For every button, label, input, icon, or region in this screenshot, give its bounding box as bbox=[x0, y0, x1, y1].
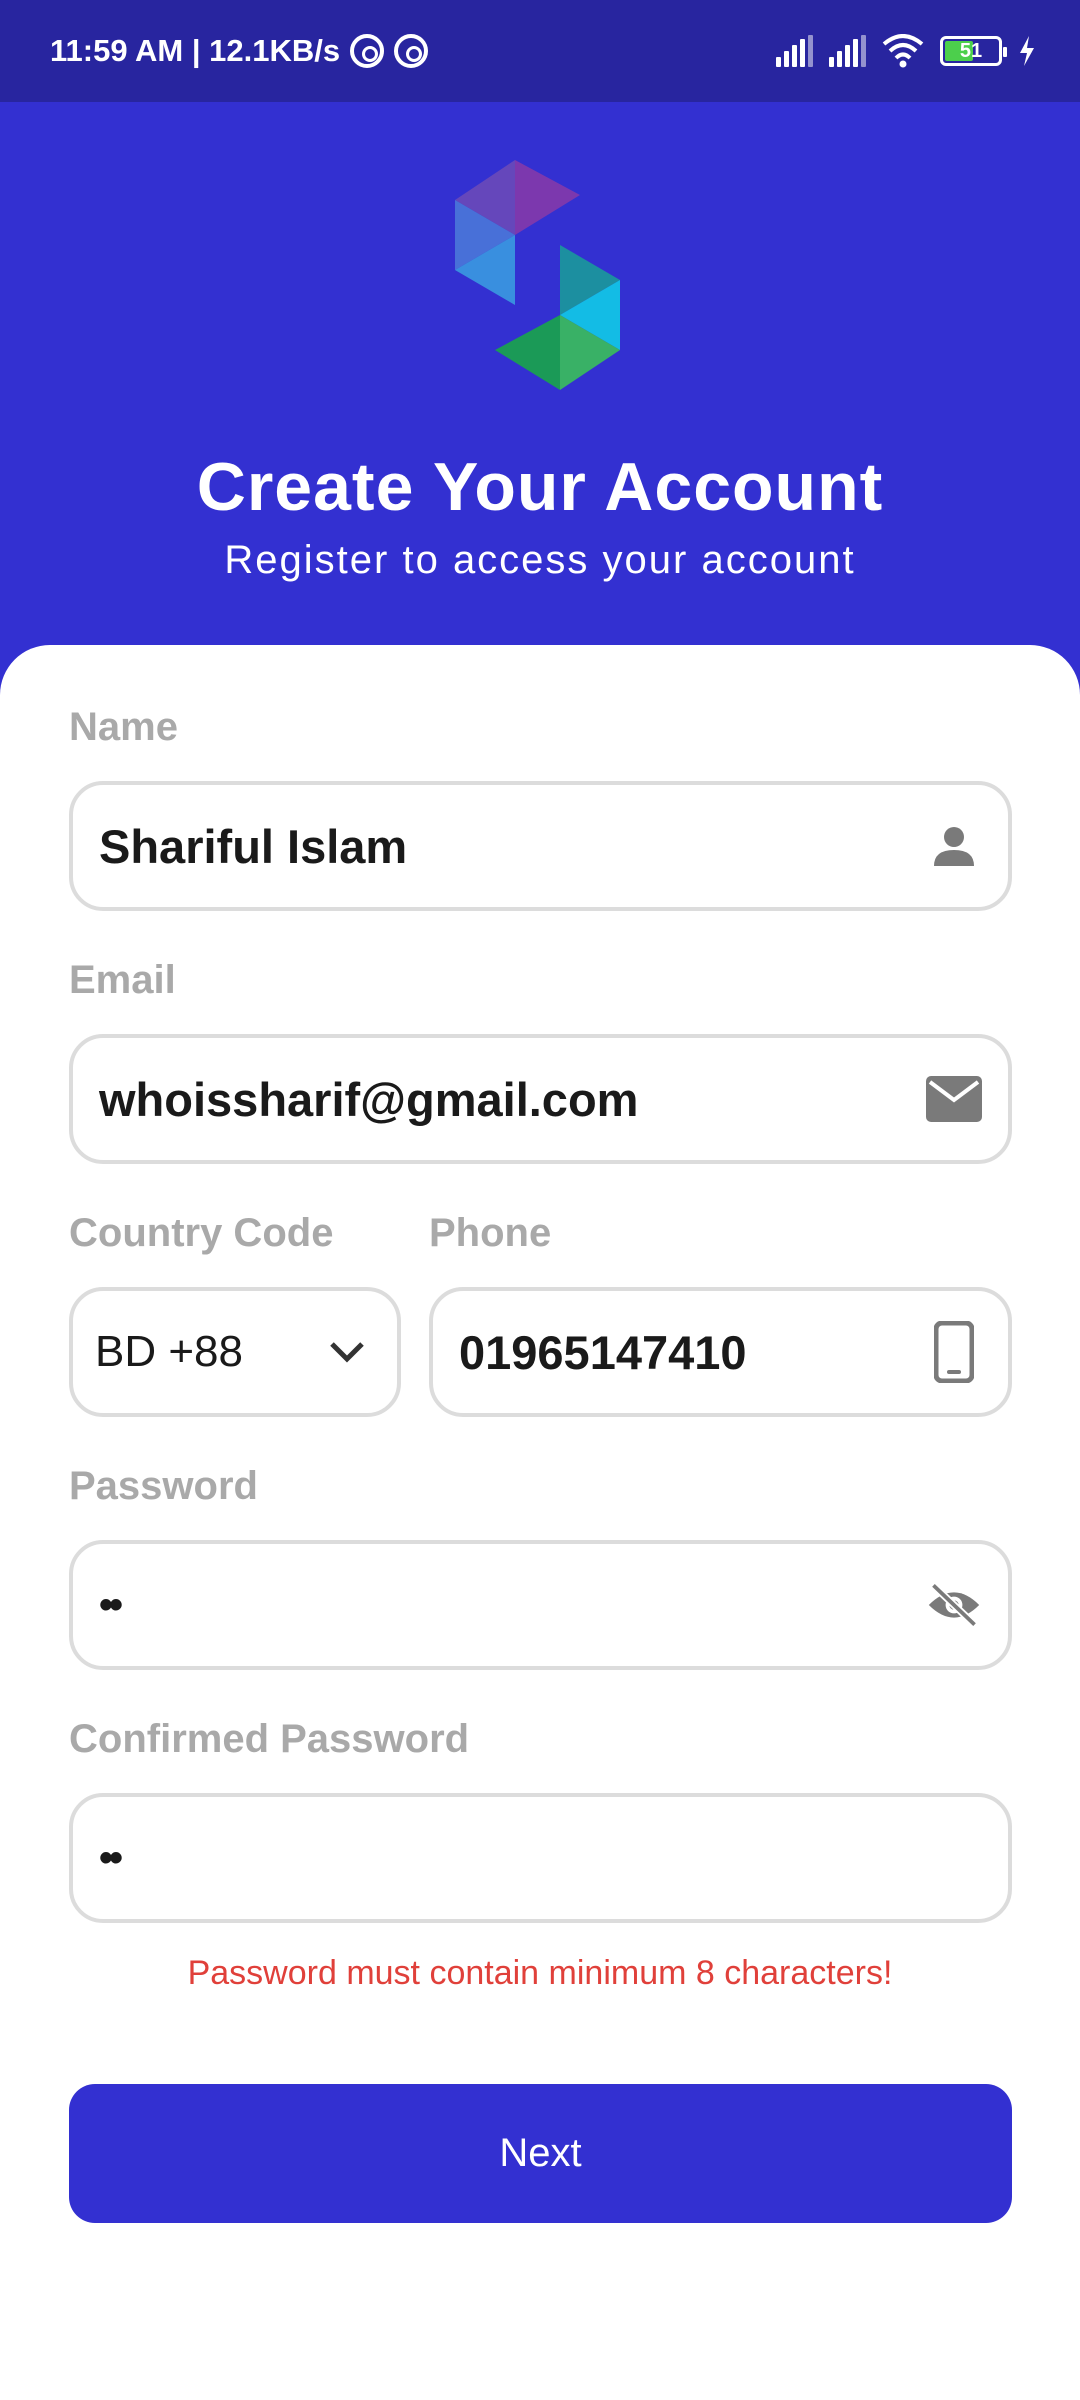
page-title: Create Your Account bbox=[196, 449, 884, 525]
password-field[interactable]: •• bbox=[69, 1540, 1012, 1670]
next-button[interactable]: Next bbox=[69, 2084, 1012, 2223]
person-icon bbox=[926, 818, 982, 874]
app-logo bbox=[455, 160, 620, 390]
signal-icon-2 bbox=[829, 35, 866, 67]
phone-label: Phone bbox=[429, 1211, 552, 1255]
password-value: •• bbox=[99, 1582, 123, 1627]
country-code-select[interactable]: BD +88 bbox=[69, 1287, 401, 1417]
status-right: 51 bbox=[776, 34, 1036, 68]
eye-off-icon[interactable] bbox=[926, 1577, 982, 1633]
confirm-password-value: •• bbox=[99, 1835, 123, 1880]
battery-icon: 51 bbox=[940, 36, 1007, 66]
status-time-speed: 11:59 AM | 12.1KB/s bbox=[50, 33, 341, 68]
email-label: Email bbox=[69, 958, 176, 1002]
page-subtitle: Register to access your account bbox=[224, 538, 856, 582]
status-bar: 11:59 AM | 12.1KB/s 51 bbox=[0, 0, 1080, 102]
name-label: Name bbox=[69, 705, 178, 749]
country-code-label: Country Code bbox=[69, 1211, 334, 1255]
country-code-value: BD +88 bbox=[95, 1327, 243, 1376]
sync-icon bbox=[350, 34, 385, 68]
password-label: Password bbox=[69, 1464, 258, 1508]
name-value: Shariful Islam bbox=[99, 819, 408, 873]
sync-icon-2 bbox=[394, 34, 429, 68]
email-field[interactable]: whoissharif@gmail.com bbox=[69, 1034, 1012, 1164]
password-error-message: Password must contain minimum 8 characte… bbox=[187, 1954, 893, 1992]
phone-value: 01965147410 bbox=[459, 1325, 747, 1379]
email-value: whoissharif@gmail.com bbox=[99, 1072, 639, 1126]
phone-field[interactable]: 01965147410 bbox=[429, 1287, 1012, 1417]
charging-icon bbox=[1020, 36, 1034, 66]
signal-icon bbox=[776, 35, 813, 67]
mail-icon bbox=[926, 1071, 982, 1127]
status-left: 11:59 AM | 12.1KB/s bbox=[50, 33, 429, 69]
confirm-password-field[interactable]: •• bbox=[69, 1793, 1012, 1923]
confirm-password-label: Confirmed Password bbox=[69, 1717, 470, 1761]
name-field[interactable]: Shariful Islam bbox=[69, 781, 1012, 911]
chevron-down-icon bbox=[319, 1324, 375, 1380]
battery-level: 51 bbox=[959, 39, 983, 62]
phone-icon bbox=[926, 1321, 982, 1383]
wifi-icon bbox=[882, 34, 924, 68]
